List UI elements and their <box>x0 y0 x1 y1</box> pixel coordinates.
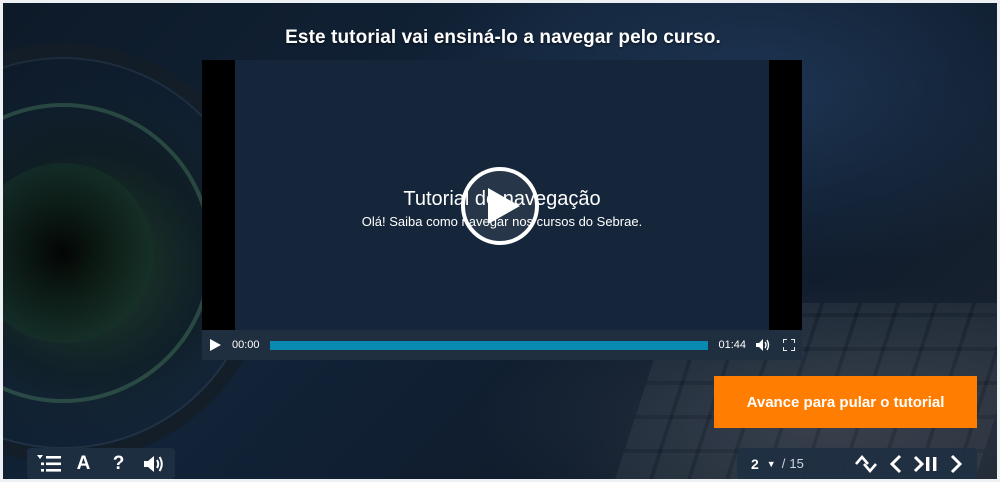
volume-button[interactable] <box>750 330 776 360</box>
help-icon: ? <box>112 452 125 474</box>
collapse-expand-icon <box>855 454 877 473</box>
big-play-button[interactable] <box>461 167 539 245</box>
next-icon <box>950 454 963 473</box>
video-controls: 00:00 01:44 <box>202 330 802 360</box>
next-button[interactable] <box>941 450 971 478</box>
background-lens-core <box>3 163 153 343</box>
toolbar-left: A ? <box>27 448 175 479</box>
volume-icon <box>756 339 770 351</box>
previous-button[interactable] <box>881 450 911 478</box>
video-player[interactable]: Tutorial de navegação Olá! Saiba como na… <box>202 60 802 360</box>
play-icon <box>209 339 221 351</box>
menu-icon <box>36 454 61 472</box>
current-time: 00:00 <box>232 339 260 351</box>
skip-pause-button[interactable] <box>911 450 941 478</box>
previous-icon <box>889 454 902 473</box>
collapse-expand-button[interactable] <box>851 450 881 478</box>
fullscreen-icon <box>783 339 795 351</box>
skip-pause-icon <box>913 455 937 472</box>
fullscreen-button[interactable] <box>776 330 802 360</box>
page-title: Este tutorial vai ensiná-lo a navegar pe… <box>285 27 721 48</box>
duration: 01:44 <box>718 339 746 351</box>
background-lens-ring <box>3 103 213 403</box>
course-player: Este tutorial vai ensiná-lo a navegar pe… <box>0 0 1000 482</box>
progress-bar[interactable] <box>269 340 709 350</box>
play-icon <box>488 188 520 224</box>
page-selector[interactable]: 2 ▼ <box>751 456 776 472</box>
caret-down-icon: ▼ <box>766 458 776 469</box>
audio-icon <box>143 455 163 472</box>
current-page: 2 <box>751 455 759 472</box>
toolbar-right: 2 ▼ / 15 <box>737 448 977 479</box>
font-size-icon: A <box>76 452 91 474</box>
page-separator: / <box>781 456 786 471</box>
skip-tutorial-button[interactable]: Avance para pular o tutorial <box>714 376 977 428</box>
progress-fill <box>269 340 709 350</box>
menu-button[interactable] <box>34 450 64 478</box>
help-button[interactable]: ? <box>104 450 134 478</box>
font-size-button[interactable]: A <box>69 450 99 478</box>
audio-button[interactable] <box>139 450 169 478</box>
play-button[interactable] <box>202 330 228 360</box>
total-pages: 15 <box>789 456 804 471</box>
